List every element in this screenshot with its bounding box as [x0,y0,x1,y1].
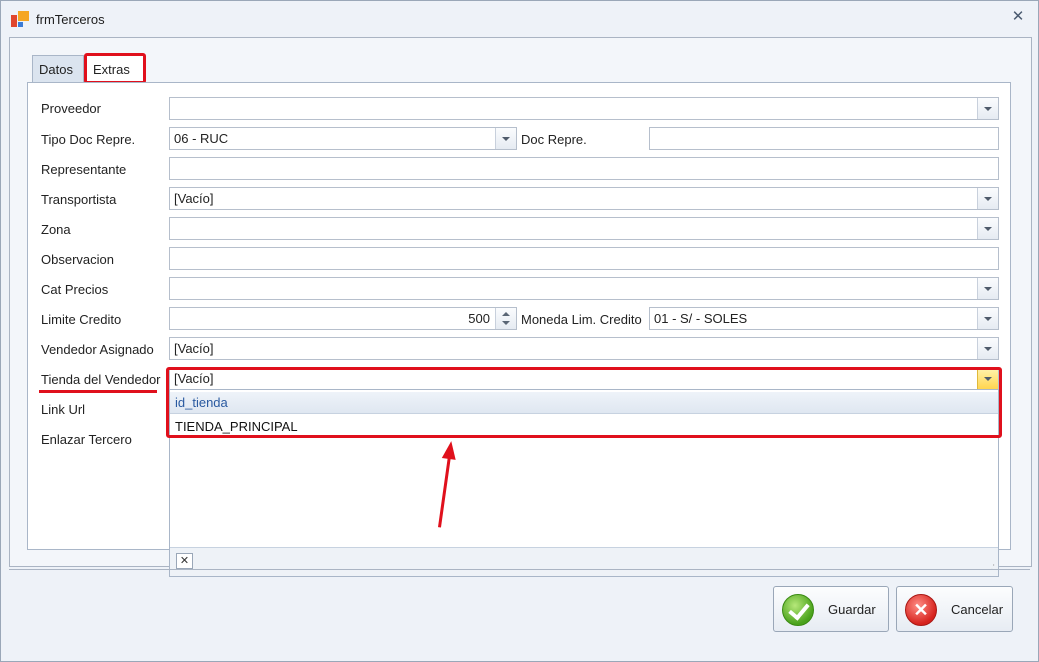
representante-label: Representante [41,162,127,177]
link-url-label: Link Url [41,402,86,417]
cancel-x-icon: ✕ [905,594,937,626]
cancelar-label: Cancelar [951,602,1004,617]
observacion-input[interactable] [169,247,999,270]
vendedor-asignado-combo[interactable]: [Vacío] [169,337,999,360]
observacion-label: Observacion [41,252,114,267]
moneda-lim-credito-value: 01 - S/ - SOLES [654,311,748,326]
doc-repre-label: Doc Repre. [521,132,587,147]
list-item[interactable]: TIENDA_PRINCIPAL [170,416,998,438]
moneda-lim-credito-label: Moneda Lim. Credito [521,312,642,327]
tab-datos[interactable]: Datos [32,55,84,82]
moneda-lim-credito-combo[interactable]: 01 - S/ - SOLES [649,307,999,330]
transportista-combo[interactable]: [Vacío] [169,187,999,210]
tienda-del-vendedor-value: [Vacío] [174,371,214,386]
doc-repre-input[interactable] [649,127,999,150]
app-icon [11,11,29,27]
chevron-down-icon[interactable] [977,368,998,389]
close-icon[interactable]: ✕ [1010,9,1026,25]
limite-credito-spinner[interactable]: 500 [169,307,517,330]
vendedor-asignado-label: Vendedor Asignado [41,342,154,357]
chevron-down-icon[interactable] [495,128,516,149]
proveedor-combo[interactable] [169,97,999,120]
checkmark-icon [782,594,814,626]
resize-grip-icon[interactable]: .: [990,562,994,573]
chevron-down-icon[interactable] [977,218,998,239]
chevron-down-icon[interactable] [977,98,998,119]
popup-footer: ✕ .: [170,547,998,576]
annotation-underline [39,390,157,393]
chevron-down-icon[interactable] [977,308,998,329]
representante-input[interactable] [169,157,999,180]
guardar-button[interactable]: Guardar [773,586,889,632]
frm-terceros-window: frmTerceros ✕ Datos Extras Proveedor Tip… [0,0,1039,662]
title-bar[interactable]: frmTerceros ✕ [1,1,1038,37]
cat-precios-label: Cat Precios [41,282,109,297]
window-title: frmTerceros [36,12,105,27]
tienda-del-vendedor-combo[interactable]: [Vacío] [169,367,999,390]
enlazar-tercero-label: Enlazar Tercero [41,432,132,447]
guardar-label: Guardar [828,602,876,617]
cat-precios-combo[interactable] [169,277,999,300]
chevron-down-icon[interactable] [977,338,998,359]
close-icon[interactable]: ✕ [176,553,193,569]
transportista-value: [Vacío] [174,191,214,206]
tipo-doc-repre-combo[interactable]: 06 - RUC [169,127,517,150]
zona-label: Zona [41,222,71,237]
zona-combo[interactable] [169,217,999,240]
tienda-dropdown-popup: id_tienda TIENDA_PRINCIPAL ✕ .: [169,389,999,577]
vendedor-asignado-value: [Vacío] [174,341,214,356]
chevron-down-icon[interactable] [977,278,998,299]
proveedor-label: Proveedor [41,101,101,116]
transportista-label: Transportista [41,192,117,207]
spin-updown-icon[interactable] [495,308,516,329]
tipo-doc-repre-value: 06 - RUC [174,131,229,146]
column-header-id-tienda[interactable]: id_tienda [170,392,998,414]
divider [9,569,1030,570]
annotation-tab-highlight [84,53,146,84]
limite-credito-value: 500 [468,311,490,326]
cancelar-button[interactable]: ✕ Cancelar [896,586,1013,632]
tipo-doc-repre-label: Tipo Doc Repre. [41,132,136,147]
tienda-del-vendedor-label: Tienda del Vendedor [41,372,161,387]
limite-credito-label: Limite Credito [41,312,122,327]
chevron-down-icon[interactable] [977,188,998,209]
